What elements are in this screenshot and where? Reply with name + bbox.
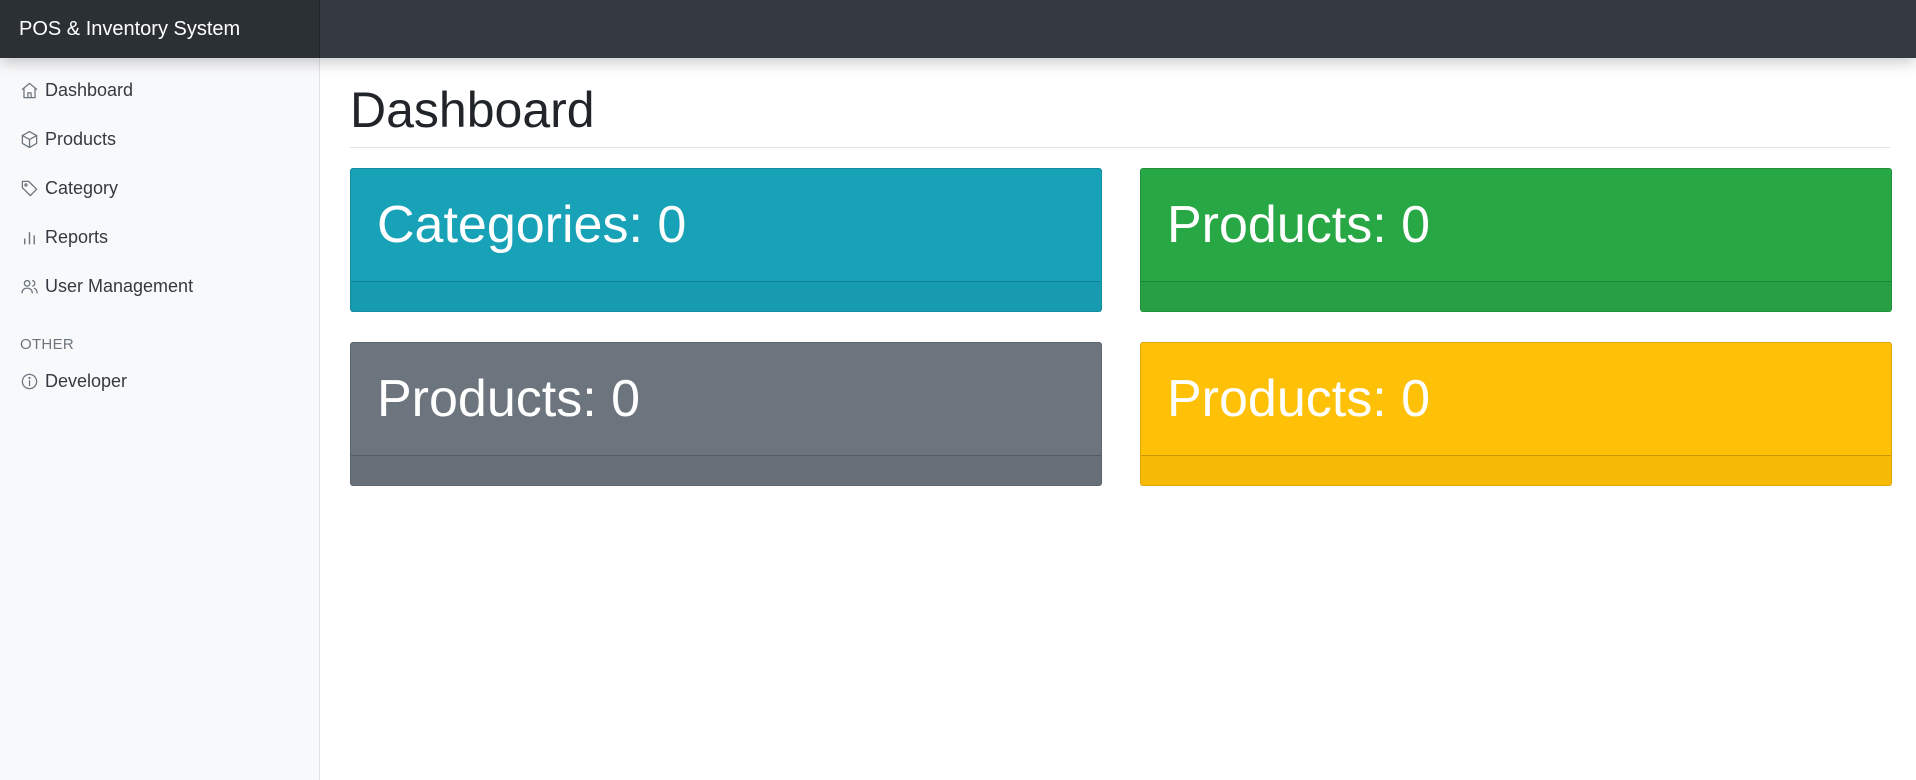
sidebar-item-label: User Management — [45, 276, 194, 296]
card-footer — [1141, 455, 1891, 485]
stat-cards: Categories: 0 Products: 0 Products: 0 Pr… — [350, 168, 1892, 486]
products-card-secondary: Products: 0 — [350, 342, 1102, 486]
sidebar-item-label: Developer — [45, 371, 128, 391]
card-text: Products: 0 — [1167, 370, 1431, 428]
sidebar-item-label: Dashboard — [45, 80, 134, 100]
users-icon — [21, 279, 38, 294]
categories-card: Categories: 0 — [350, 168, 1102, 312]
sidebar-item-products[interactable]: Products — [0, 115, 319, 164]
box-icon — [21, 130, 38, 149]
sidebar-item-label: Products — [45, 129, 117, 149]
main-content: Dashboard Categories: 0 Products: 0 Prod… — [350, 58, 1892, 486]
info-icon — [21, 373, 38, 390]
page-title: Dashboard — [350, 58, 1890, 148]
sidebar-item-category[interactable]: Category — [0, 164, 319, 213]
top-navbar: POS & Inventory System — [0, 0, 1916, 58]
sidebar: Dashboard Products Category Reports User… — [0, 58, 320, 780]
sidebar-section-heading: OTHER — [20, 335, 74, 353]
home-icon — [21, 82, 38, 99]
products-card: Products: 0 — [1140, 168, 1892, 312]
card-text: Products: 0 — [377, 370, 641, 428]
sidebar-item-dashboard[interactable]: Dashboard — [0, 66, 319, 115]
brand-link[interactable]: POS & Inventory System — [0, 0, 320, 58]
card-footer — [351, 281, 1101, 311]
sidebar-item-label: Reports — [45, 227, 109, 247]
sidebar-item-developer[interactable]: Developer — [0, 357, 319, 406]
sidebar-item-label: Category — [45, 178, 119, 198]
card-text: Products: 0 — [1167, 196, 1431, 254]
sidebar-item-user-management[interactable]: User Management — [0, 262, 319, 311]
tag-icon — [21, 180, 38, 197]
products-card-warning: Products: 0 — [1140, 342, 1892, 486]
bar-chart-icon — [24, 232, 35, 245]
card-footer — [351, 455, 1101, 485]
sidebar-item-reports[interactable]: Reports — [0, 213, 319, 262]
card-footer — [1141, 281, 1891, 311]
card-text: Categories: 0 — [377, 196, 687, 254]
